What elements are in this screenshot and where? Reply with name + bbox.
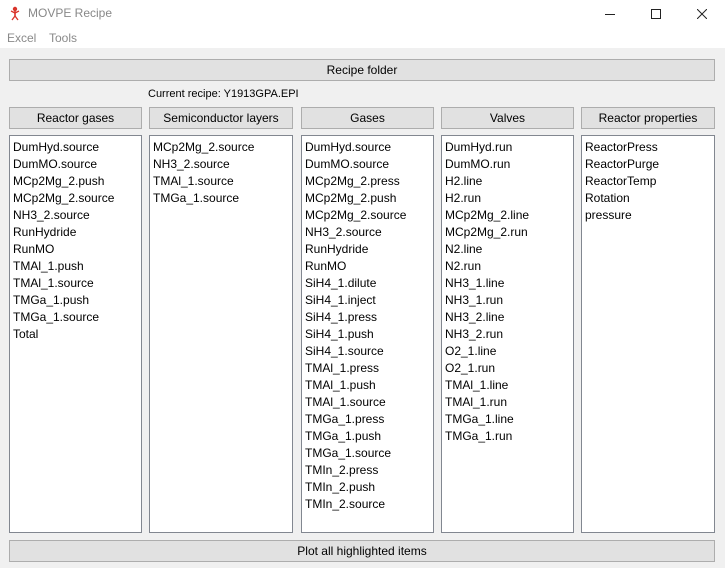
list-item[interactable]: DumHyd.source [10, 139, 141, 156]
list-item[interactable]: MCp2Mg_2.press [302, 173, 433, 190]
list-item[interactable]: TMGa_1.push [10, 292, 141, 309]
list-item[interactable]: TMAl_1.push [10, 258, 141, 275]
list-item[interactable]: TMAl_1.press [302, 360, 433, 377]
list-item[interactable]: O2_1.run [442, 360, 573, 377]
window-title: MOVPE Recipe [28, 6, 113, 20]
list-item[interactable]: RunMO [302, 258, 433, 275]
list-item[interactable]: TMAl_1.source [302, 394, 433, 411]
reactor-properties-button[interactable]: Reactor properties [581, 107, 715, 129]
list-item[interactable]: MCp2Mg_2.run [442, 224, 573, 241]
semiconductor-layers-button[interactable]: Semiconductor layers [149, 107, 293, 129]
list-item[interactable]: TMIn_2.press [302, 462, 433, 479]
list-item[interactable]: ReactorPurge [582, 156, 714, 173]
list-item[interactable]: NH3_1.run [442, 292, 573, 309]
app-icon [8, 5, 22, 21]
semiconductor-layers-list[interactable]: MCp2Mg_2.source NH3_2.source TMAl_1.source… [149, 135, 293, 533]
maximize-button[interactable] [633, 0, 679, 27]
list-item[interactable]: TMGa_1.press [302, 411, 433, 428]
list-item[interactable]: ReactorPress [582, 139, 714, 156]
list-item[interactable]: NH3_2.source [10, 207, 141, 224]
list-item[interactable]: TMGa_1.push [302, 428, 433, 445]
list-item[interactable]: SiH4_1.push [302, 326, 433, 343]
list-item[interactable]: DumMO.run [442, 156, 573, 173]
list-item[interactable]: TMIn_2.source [302, 496, 433, 513]
list-item[interactable]: RunHydride [302, 241, 433, 258]
list-item[interactable]: O2_1.line [442, 343, 573, 360]
list-item[interactable]: MCp2Mg_2.push [10, 173, 141, 190]
menu-bar: Excel Tools [0, 27, 725, 48]
list-item[interactable]: H2.run [442, 190, 573, 207]
gases-button[interactable]: Gases [301, 107, 434, 129]
list-item[interactable]: RunHydride [10, 224, 141, 241]
list-item[interactable]: H2.line [442, 173, 573, 190]
list-item[interactable]: TMAl_1.push [302, 377, 433, 394]
list-item[interactable]: NH3_2.run [442, 326, 573, 343]
list-item[interactable]: NH3_2.source [302, 224, 433, 241]
reactor-gases-list[interactable]: DumHyd.source DumMO.source MCp2Mg_2.push MC… [9, 135, 142, 533]
list-item[interactable]: N2.run [442, 258, 573, 275]
plot-highlighted-button[interactable]: Plot all highlighted items [9, 540, 715, 562]
list-item[interactable]: DumHyd.run [442, 139, 573, 156]
list-item[interactable]: SiH4_1.source [302, 343, 433, 360]
list-item[interactable]: ReactorTemp [582, 173, 714, 190]
list-item[interactable]: TMAl_1.run [442, 394, 573, 411]
list-item[interactable]: TMAl_1.source [150, 173, 292, 190]
list-item[interactable]: DumHyd.source [302, 139, 433, 156]
list-item[interactable]: DumMO.source [10, 156, 141, 173]
gases-list[interactable]: DumHyd.source DumMO.source MCp2Mg_2.press M… [301, 135, 434, 533]
list-item[interactable]: TMAl_1.source [10, 275, 141, 292]
list-item[interactable]: MCp2Mg_2.source [302, 207, 433, 224]
list-item[interactable]: MCp2Mg_2.source [150, 139, 292, 156]
reactor-gases-button[interactable]: Reactor gases [9, 107, 142, 129]
reactor-properties-list[interactable]: ReactorPress ReactorPurge ReactorTemp Rotat… [581, 135, 715, 533]
maximize-icon [651, 8, 661, 19]
list-item[interactable]: MCp2Mg_2.push [302, 190, 433, 207]
menu-tools[interactable]: Tools [49, 31, 77, 45]
valves-button[interactable]: Valves [441, 107, 574, 129]
list-item[interactable]: RunMO [10, 241, 141, 258]
close-icon [697, 8, 707, 19]
list-item[interactable]: TMGa_1.source [10, 309, 141, 326]
title-bar: MOVPE Recipe [0, 0, 725, 27]
list-item[interactable]: SiH4_1.dilute [302, 275, 433, 292]
list-item[interactable]: DumMO.source [302, 156, 433, 173]
list-item[interactable]: Total [10, 326, 141, 343]
list-item[interactable]: SiH4_1.press [302, 309, 433, 326]
list-item[interactable]: TMIn_2.push [302, 479, 433, 496]
list-item[interactable]: NH3_1.line [442, 275, 573, 292]
list-item[interactable]: Rotation [582, 190, 714, 207]
list-item[interactable]: TMGa_1.source [150, 190, 292, 207]
list-item[interactable]: MCp2Mg_2.source [10, 190, 141, 207]
minimize-button[interactable] [587, 0, 633, 27]
list-item[interactable]: NH3_2.line [442, 309, 573, 326]
menu-excel[interactable]: Excel [7, 31, 36, 45]
recipe-folder-button[interactable]: Recipe folder [9, 59, 715, 81]
minimize-icon [605, 13, 615, 15]
list-item[interactable]: NH3_2.source [150, 156, 292, 173]
current-recipe-label: Current recipe: Y1913GPA.EPI [148, 88, 299, 100]
list-item[interactable]: TMGa_1.source [302, 445, 433, 462]
list-item[interactable]: TMGa_1.line [442, 411, 573, 428]
list-item[interactable]: TMGa_1.run [442, 428, 573, 445]
list-item[interactable]: pressure [582, 207, 714, 224]
valves-list[interactable]: DumHyd.run DumMO.run H2.line H2.run MCp2Mg_2… [441, 135, 574, 533]
list-item[interactable]: SiH4_1.inject [302, 292, 433, 309]
list-item[interactable]: TMAl_1.line [442, 377, 573, 394]
list-item[interactable]: N2.line [442, 241, 573, 258]
list-item[interactable]: MCp2Mg_2.line [442, 207, 573, 224]
close-button[interactable] [679, 0, 725, 27]
